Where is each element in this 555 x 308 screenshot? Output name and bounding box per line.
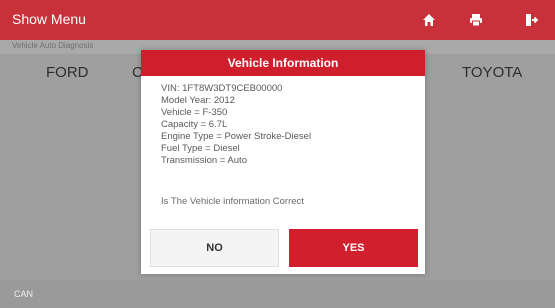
- top-bar: Show Menu: [0, 0, 555, 40]
- exit-icon[interactable]: [523, 12, 539, 28]
- app-title: Show Menu: [12, 11, 86, 27]
- confirm-question: Is The Vehicle information Correct: [161, 196, 304, 207]
- engine-type-line: Engine Type = Power Stroke-Diesel: [161, 131, 312, 142]
- vehicle-info-dialog: Vehicle Information VIN: 1FT8W3DT9CEB000…: [141, 50, 425, 274]
- printer-icon[interactable]: [468, 12, 484, 28]
- dialog-body: VIN: 1FT8W3DT9CEB00000 Model Year: 2012 …: [161, 83, 411, 167]
- brand-ford[interactable]: FORD: [46, 64, 89, 81]
- dialog-title: Vehicle Information: [141, 50, 425, 76]
- breadcrumb: Vehicle Auto Diagnosis: [12, 41, 94, 50]
- transmission-line: Transmission = Auto: [161, 155, 247, 166]
- capacity-line: Capacity = 6.7L: [161, 119, 228, 130]
- fuel-type-line: Fuel Type = Diesel: [161, 143, 240, 154]
- status-info: CAN: [14, 289, 34, 299]
- brand-toyota[interactable]: TOYOTA: [462, 64, 522, 81]
- vin-line: VIN: 1FT8W3DT9CEB00000: [161, 83, 283, 94]
- yes-button[interactable]: YES: [289, 229, 418, 267]
- home-icon[interactable]: [421, 12, 437, 28]
- no-button[interactable]: NO: [150, 229, 279, 267]
- status-bar: CAN: [0, 280, 555, 308]
- model-year-line: Model Year: 2012: [161, 95, 235, 106]
- vehicle-line: Vehicle = F-350: [161, 107, 228, 118]
